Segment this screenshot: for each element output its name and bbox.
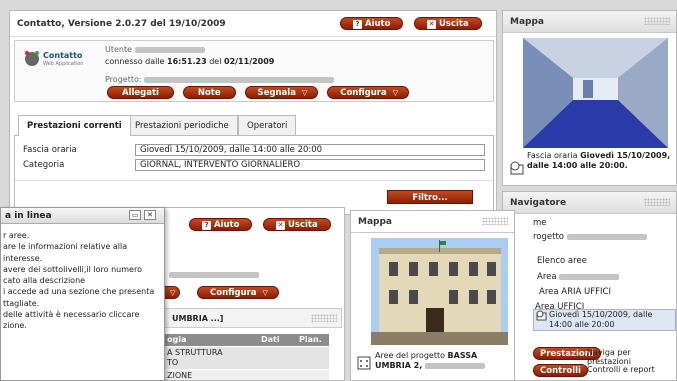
navigator-header: Navigatore <box>503 192 676 214</box>
connected-line: connesso dalle 16:51.23 del 02/11/2009 <box>105 57 275 66</box>
project-line: Progetto: <box>105 75 335 84</box>
tab-content: Fascia oraria Giovedì 15/10/2009, dalle … <box>14 135 494 214</box>
divider <box>15 180 493 181</box>
app-logo: Contatto Web Application <box>23 49 85 71</box>
tab-bar: Prestazioni correnti Prestazioni periodi… <box>18 115 494 136</box>
tab-operatori[interactable]: Operatori <box>238 115 297 135</box>
filter-button[interactable]: Filtro... <box>387 190 473 204</box>
help-popup: a in linea ▭ ✕ r aree. are le informazio… <box>0 207 165 381</box>
user-name-redacted <box>134 46 205 53</box>
tree-item-area[interactable]: Area <box>537 272 620 282</box>
tree-item-areas[interactable]: Elenco aree <box>537 256 587 266</box>
clock-calendar-icon <box>536 310 547 321</box>
chevron-down-icon: ▽ <box>170 289 176 297</box>
allegati-button[interactable]: Allegati <box>107 86 174 99</box>
categoria-field[interactable]: GIORNAL, INTERVENTO GIORNALIERO <box>135 159 485 171</box>
prestazioni-nav-text: Naviga per prestazioni <box>587 348 631 366</box>
map-header-2: Mappa <box>351 211 514 233</box>
project-actions: Allegati Note Segnala ▽ Configura ▽ <box>107 86 410 99</box>
area-list-icon <box>357 356 371 370</box>
tab-prestazioni-correnti[interactable]: Prestazioni correnti <box>18 115 131 136</box>
map-caption-2: Aree del progetto BASSA UMBRIA 2, <box>375 351 513 371</box>
question-icon: ? <box>202 221 211 230</box>
results-table: ogia Dati Pian. A STRUTTURA TO ZIONE <box>153 334 329 380</box>
grip-dots <box>644 17 670 25</box>
map-caption: Fascia oraria Giovedì 15/10/2009, dalle … <box>527 151 671 170</box>
table-row[interactable]: ZIONE <box>153 370 329 380</box>
restore-button[interactable]: ▭ <box>129 210 141 220</box>
close-icon: ✕ <box>276 221 285 230</box>
grip-dots <box>644 198 670 206</box>
hand-logo-icon <box>25 51 39 66</box>
navigator-panel: Navigatore me rogetto Elenco aree Area A… <box>502 191 677 381</box>
corridor-photo <box>523 38 668 148</box>
tab-prestazioni-periodiche[interactable]: Prestazioni periodiche <box>126 115 238 135</box>
chevron-down-icon: ▽ <box>392 89 399 97</box>
exit-button[interactable]: ✕ Uscita <box>414 17 482 30</box>
map-panel-bottom: Mappa Aree del progetto BASSA UMBRIA 2, <box>350 210 515 381</box>
configura-button[interactable]: Configura ▽ <box>327 86 410 99</box>
main-header: Contatto, Versione 2.0.27 del 19/10/2009… <box>10 11 496 37</box>
chevron-down-icon: ▽ <box>301 89 308 97</box>
segnala-button[interactable]: Segnala ▽ <box>244 86 319 99</box>
section-header: UMBRIA ...] <box>153 308 342 328</box>
categoria-label: Categoria <box>23 160 65 170</box>
map-header: Mappa <box>503 11 676 33</box>
building-photo <box>371 238 508 345</box>
grip-dots <box>311 314 337 322</box>
table-header-row: ogia Dati Pian. <box>153 334 329 346</box>
main-window: Contatto, Versione 2.0.27 del 19/10/2009… <box>9 10 497 215</box>
fascia-field[interactable]: Giovedì 15/10/2009, dalle 14:00 alle 20:… <box>135 144 485 156</box>
logo-subtitle: Web Application <box>43 61 84 67</box>
help-button-2[interactable]: ? Aiuto <box>189 218 253 231</box>
app-title: Contatto, Versione 2.0.27 del 19/10/2009 <box>17 19 226 29</box>
table-row[interactable]: A STRUTTURA TO <box>153 347 329 369</box>
controlli-nav-text: Controlli e report <box>587 365 655 374</box>
second-window: ? Aiuto ✕ Uscita ▽ Configura ▽ UMBRIA ...] … <box>148 207 345 381</box>
note-button[interactable]: Note <box>182 86 236 99</box>
configura-button-2[interactable]: Configura ▽ <box>197 286 279 299</box>
tree-item-area-aria-uffici[interactable]: Area ARIA UFFICI <box>539 287 611 297</box>
controlli-nav-button[interactable]: Controlli <box>533 364 588 377</box>
grip-dots <box>482 217 508 225</box>
question-icon: ? <box>353 20 362 29</box>
project-name-redacted <box>144 76 335 83</box>
logo-name: Contatto <box>43 51 83 60</box>
exit-button-2[interactable]: ✕ Uscita <box>263 218 331 231</box>
map-panel-top: Mappa Fascia oraria Giovedì 15/10/2009, … <box>502 10 677 186</box>
fascia-label: Fascia oraria <box>23 145 77 155</box>
close-popup-button[interactable]: ✕ <box>144 210 156 220</box>
help-popup-titlebar: a in linea ▭ ✕ <box>1 208 164 224</box>
chevron-down-icon: ▽ <box>262 289 268 297</box>
help-button[interactable]: ? Aiuto <box>340 17 404 30</box>
redacted-text <box>169 272 259 278</box>
tree-item-project[interactable]: rogetto <box>533 232 647 242</box>
help-text: r aree. are le informazioni relative all… <box>3 231 155 331</box>
close-icon: ✕ <box>427 20 436 29</box>
tree-item-root[interactable]: me <box>533 218 547 228</box>
user-info-box: Contatto Web Application Utente connesso… <box>14 40 494 102</box>
clock-calendar-icon <box>510 161 524 175</box>
tree-item-selected[interactable]: Giovedì 15/10/2009, dalle 14:00 alle 20:… <box>533 309 676 331</box>
user-line: Utente <box>105 45 205 54</box>
